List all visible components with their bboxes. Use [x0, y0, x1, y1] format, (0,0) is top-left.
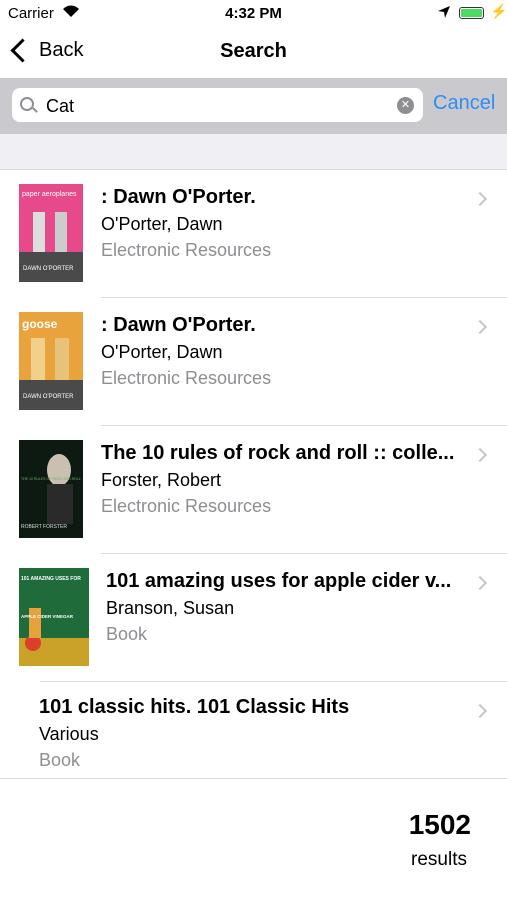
item-title: : Dawn O'Porter. [101, 314, 256, 336]
location-arrow-icon [437, 5, 451, 23]
item-type: Book [106, 624, 148, 644]
charging-bolt-icon: ⚡ [490, 3, 507, 19]
item-text: 101 classic hits. 101 Classic Hits Vario… [39, 694, 463, 772]
item-author: O'Porter, Dawn [101, 214, 223, 234]
list-item[interactable]: goose DAWN O'PORTER : Dawn O'Porter. O'P… [0, 298, 507, 426]
item-author: Branson, Susan [106, 598, 235, 618]
list-item[interactable]: 101 AMAZING USES FOR APPLE CIDER VINEGAR… [0, 554, 507, 682]
cover-top-text: THE 10 RULES OF ROCK AND ROLL [21, 477, 81, 481]
cover-top-text: goose [22, 317, 58, 331]
book-cover-image: paper aeroplanes DAWN O'PORTER [19, 184, 83, 282]
navigation-bar: Back Search [0, 28, 507, 78]
item-author: O'Porter, Dawn [101, 342, 223, 362]
search-icon [20, 97, 34, 111]
chevron-right-icon [472, 319, 488, 335]
item-type: Book [39, 750, 81, 770]
item-text: : Dawn O'Porter. O'Porter, Dawn Electron… [101, 184, 463, 262]
results-count: 1502 [408, 809, 471, 840]
list-item[interactable]: paper aeroplanes DAWN O'PORTER : Dawn O'… [0, 170, 507, 298]
item-text: The 10 rules of rock and roll :: colle..… [101, 440, 463, 518]
page-title: Search [220, 40, 287, 62]
search-input[interactable] [44, 88, 388, 124]
clear-search-icon[interactable]: ✕ [397, 97, 414, 114]
item-text: : Dawn O'Porter. O'Porter, Dawn Electron… [101, 312, 463, 390]
item-title: 101 classic hits. 101 Classic Hits [39, 696, 350, 718]
clock: 4:32 PM [225, 5, 282, 22]
results-list: paper aeroplanes DAWN O'PORTER : Dawn O'… [0, 170, 507, 778]
cancel-button[interactable]: Cancel [433, 92, 495, 115]
list-item[interactable]: THE 10 RULES OF ROCK AND ROLL ROBERT FOR… [0, 426, 507, 554]
item-title: The 10 rules of rock and roll :: colle..… [101, 442, 455, 464]
item-type: Electronic Resources [101, 368, 272, 388]
item-title: : Dawn O'Porter. [101, 186, 256, 208]
battery-icon [459, 7, 484, 19]
item-type: Electronic Resources [101, 496, 272, 516]
results-count-label: results [411, 849, 467, 870]
book-cover-image: THE 10 RULES OF ROCK AND ROLL ROBERT FOR… [19, 440, 83, 538]
chevron-right-icon [472, 447, 488, 463]
item-text: 101 amazing uses for apple cider v... Br… [106, 568, 463, 646]
item-author: Various [39, 724, 99, 744]
list-item[interactable]: 101 classic hits. 101 Classic Hits Vario… [0, 682, 507, 778]
section-spacer [0, 134, 507, 170]
cover-bottom-text: APPLE CIDER VINEGAR [21, 614, 74, 619]
item-author: Forster, Robert [101, 470, 222, 490]
book-cover-image: goose DAWN O'PORTER [19, 312, 83, 410]
chevron-right-icon [472, 575, 488, 591]
cover-bottom-text: ROBERT FORSTER [21, 524, 67, 530]
cover-top-text: 101 AMAZING USES FOR [21, 576, 81, 582]
cover-top-text: paper aeroplanes [22, 191, 77, 198]
item-title: 101 amazing uses for apple cider v... [106, 570, 452, 592]
cover-bottom-text: DAWN O'PORTER [23, 266, 74, 272]
chevron-right-icon [472, 703, 488, 719]
book-cover-image: 101 AMAZING USES FOR APPLE CIDER VINEGAR [19, 568, 89, 666]
chevron-right-icon [472, 191, 488, 207]
item-type: Electronic Resources [101, 240, 272, 260]
search-bar: ✕ Cancel [0, 78, 507, 134]
status-bar: Carrier 4:32 PM ⚡ [0, 0, 507, 28]
cover-bottom-text: DAWN O'PORTER [23, 394, 74, 400]
results-footer: 1502 results [0, 778, 507, 901]
search-field[interactable]: ✕ [12, 88, 423, 124]
